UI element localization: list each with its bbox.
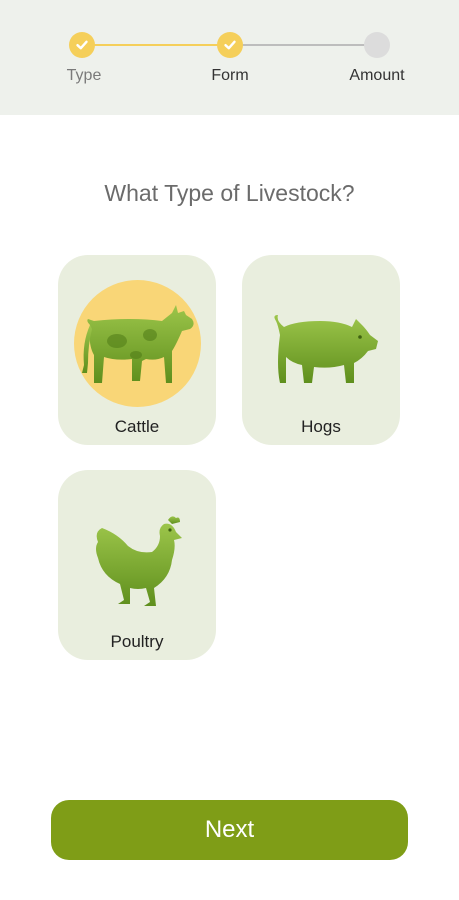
- step-label-type: Type: [66, 67, 102, 84]
- option-label-cattle: Cattle: [114, 417, 160, 436]
- step-type-check-icon: [69, 32, 95, 58]
- next-button[interactable]: Next: [51, 800, 408, 860]
- step-form-check-icon: [217, 32, 243, 58]
- option-label-poultry: Poultry: [110, 632, 164, 651]
- pig-icon: [274, 315, 378, 383]
- progress-stepper: Type Form Amount: [0, 0, 459, 115]
- page-question: What Type of Livestock?: [104, 180, 355, 206]
- option-card-cattle[interactable]: Cattle: [58, 255, 216, 445]
- step-connector-complete: [82, 44, 230, 46]
- option-card-poultry[interactable]: Poultry: [58, 470, 216, 660]
- chicken-icon: [96, 516, 182, 606]
- option-card-hogs[interactable]: Hogs: [242, 255, 400, 445]
- step-connector-pending: [230, 44, 377, 46]
- cow-icon: [82, 305, 194, 383]
- step-amount-dot: [364, 32, 390, 58]
- option-label-hogs: Hogs: [301, 417, 341, 436]
- step-label-amount: Amount: [349, 67, 405, 84]
- step-label-form: Form: [211, 67, 249, 84]
